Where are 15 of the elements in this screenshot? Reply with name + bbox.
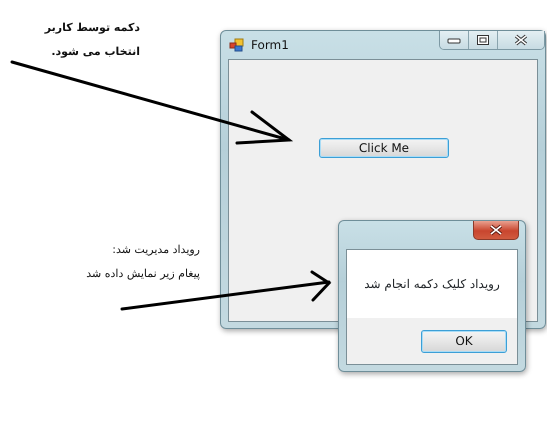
window-title: Form1: [251, 37, 289, 54]
annotation-text: رویداد مدیریت شد: پیغام زیر نمایش داده شد: [85, 242, 200, 282]
message-text: رویداد کلیک دکمه انجام شد: [364, 276, 500, 293]
close-icon: [513, 34, 529, 46]
maximize-icon: [476, 34, 490, 46]
minimize-icon: [447, 36, 461, 44]
minimize-button[interactable]: [440, 31, 469, 49]
close-button[interactable]: [473, 221, 519, 240]
maximize-button[interactable]: [469, 31, 498, 49]
click-me-button[interactable]: Click Me: [319, 138, 449, 158]
ok-button[interactable]: OK: [421, 330, 507, 352]
annotation-text: دکمه توسط کاربر انتخاب می شود.: [43, 20, 140, 60]
close-icon: [488, 224, 504, 236]
app-icon: [229, 38, 245, 52]
close-button[interactable]: [498, 31, 544, 49]
